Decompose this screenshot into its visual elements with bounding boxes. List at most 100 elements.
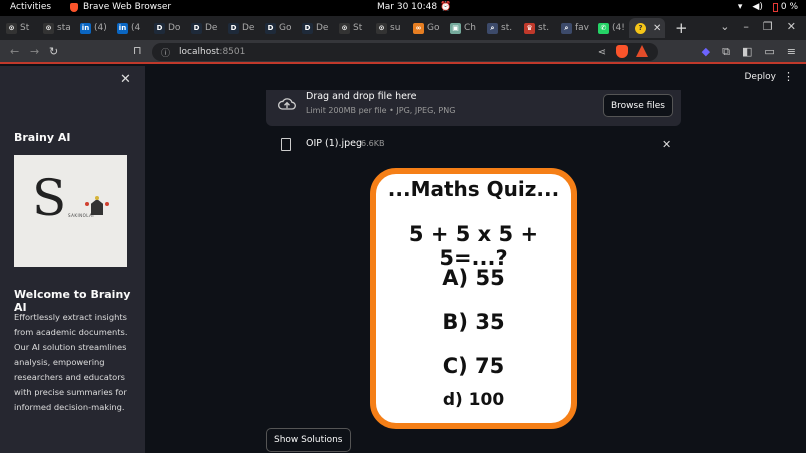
browser-tab[interactable]: ∞ Go <box>407 18 444 38</box>
browser-tab[interactable]: D De <box>296 18 333 38</box>
quiz-title: ...Maths Quiz... <box>387 177 560 201</box>
logo-image: S SAKINOLAI <box>14 155 127 267</box>
tab-label: st. <box>501 23 513 33</box>
brave-rewards-icon[interactable] <box>636 45 648 57</box>
browser-tab[interactable]: ⊙ sta <box>37 18 74 38</box>
browser-tab[interactable]: D Go <box>259 18 296 38</box>
tab-label: fav <box>575 23 590 33</box>
tab-favicon-icon: D <box>191 22 202 34</box>
tab-favicon-icon: D <box>154 22 165 34</box>
tab-label: su <box>390 23 401 33</box>
browser-tab[interactable]: ⊙ su <box>370 18 407 38</box>
forward-icon[interactable]: → <box>30 45 39 58</box>
brave-icon <box>70 2 78 12</box>
tab-favicon-icon: in <box>80 22 91 34</box>
menu-icon[interactable]: ≡ <box>787 45 796 59</box>
tab-label: (4! <box>612 23 625 33</box>
restore-icon[interactable]: ❐ <box>763 20 773 33</box>
tab-favicon-icon: ⊙ <box>6 22 17 34</box>
quiz-option-c: C) 75 <box>442 354 505 378</box>
browser-tab[interactable]: ⌕ fav <box>555 18 592 38</box>
main-content: Deploy ⋮ Drag and drop file here Limit 2… <box>145 66 806 453</box>
wallet-icon[interactable]: ▭ <box>764 45 774 59</box>
tab-label: Go <box>279 23 292 33</box>
tab-favicon-icon: in <box>117 22 128 34</box>
logo-dot <box>105 202 109 206</box>
browser-tab[interactable]: ♛ st. <box>518 18 555 38</box>
tab-label: Go <box>427 23 440 33</box>
tab-label: St <box>353 23 363 33</box>
site-info-icon[interactable]: ⓘ <box>161 46 170 59</box>
reload-icon[interactable]: ↻ <box>49 45 58 58</box>
file-icon <box>281 138 291 151</box>
back-icon[interactable]: ← <box>10 45 19 58</box>
uploaded-file-name: OIP (1).jpeg <box>306 138 363 149</box>
browser-tab[interactable]: ▣ Ch <box>444 18 481 38</box>
quiz-option-a: A) 55 <box>442 266 505 290</box>
new-tab-button[interactable]: + <box>675 19 688 37</box>
tab-favicon-icon: ⌕ <box>561 22 572 34</box>
url-port: :8501 <box>219 47 246 57</box>
share-icon[interactable]: ⋖ <box>598 47 606 58</box>
tab-favicon-icon: D <box>302 22 313 34</box>
browser-tab[interactable]: D Do <box>148 18 185 38</box>
vpn-icon[interactable]: ◆ <box>702 45 710 59</box>
close-sidebar-icon[interactable]: ✕ <box>120 72 131 87</box>
minimize-icon[interactable]: – <box>743 20 749 33</box>
sidebar-brand-title: Brainy AI <box>14 131 71 144</box>
quiz-option-b: B) 35 <box>442 310 505 334</box>
browse-files-button[interactable]: Browse files <box>602 94 673 117</box>
os-top-bar: Activities Brave Web Browser Mar 30 10:4… <box>0 0 806 16</box>
system-tray[interactable]: ▾ ◀) 0 % <box>738 2 798 12</box>
dropzone-instruction: Drag and drop file here <box>306 91 417 102</box>
tab-label: St <box>20 23 30 33</box>
main-menu-icon[interactable]: ⋮ <box>783 70 794 83</box>
activities-button[interactable]: Activities <box>10 2 51 12</box>
quiz-image: ...Maths Quiz... 5 + 5 x 5 + 5=...? A) 5… <box>370 168 577 429</box>
alarm-icon: ⏰ <box>440 2 452 12</box>
sidebar-description: Effortlessly extract insights from acade… <box>14 312 128 412</box>
quiz-option-d: d) 100 <box>442 390 505 410</box>
browser-tab[interactable]: ⊙ St <box>333 18 370 38</box>
app-name: Brave Web Browser <box>83 2 172 12</box>
sidebar: ✕ Brainy AI S SAKINOLAI Welcome to Brain… <box>0 66 145 453</box>
browser-tab[interactable]: ✆ (4! <box>592 18 629 38</box>
browser-tab[interactable]: ⌕ st. <box>481 18 518 38</box>
battery-percent: 0 % <box>780 2 798 12</box>
dropzone-limit: Limit 200MB per file • JPG, JPEG, PNG <box>306 106 456 115</box>
remove-file-icon[interactable]: ✕ <box>662 138 671 151</box>
tab-label: De <box>316 23 329 33</box>
logo-tower-mark <box>91 199 103 215</box>
extensions-icon[interactable]: ⧉ <box>722 45 730 59</box>
tab-label: Do <box>168 23 181 33</box>
browser-tab[interactable]: D De <box>185 18 222 38</box>
tab-label: Ch <box>464 23 476 33</box>
show-solutions-button[interactable]: Show Solutions <box>266 428 351 452</box>
logo-dot <box>85 202 89 206</box>
tab-favicon-icon: ✆ <box>598 22 609 34</box>
browser-tab[interactable]: ⊙ St <box>0 18 37 38</box>
close-tab-icon[interactable]: ✕ <box>653 23 661 34</box>
tab-favicon-icon: ∞ <box>413 22 424 34</box>
file-dropzone[interactable]: Drag and drop file here Limit 200MB per … <box>266 90 681 126</box>
browser-tab[interactable]: D De <box>222 18 259 38</box>
sidebar-toggle-icon[interactable]: ◧ <box>742 45 752 59</box>
active-tab[interactable]: ? ✕ <box>629 18 665 38</box>
browser-tab[interactable]: in (4) <box>74 18 111 38</box>
tab-strip: ⊙ St ⊙ sta in (4) in (4 D Do D De D De D Go D De ⊙ St ⊙ su ∞ Go… <box>0 16 806 40</box>
close-window-icon[interactable]: ✕ <box>787 20 796 33</box>
bookmark-icon[interactable]: ⊓ <box>133 44 142 57</box>
tab-label: De <box>242 23 255 33</box>
volume-icon: ◀) <box>752 2 763 12</box>
battery-indicator: 0 % <box>772 2 798 12</box>
clock[interactable]: Mar 30 10:48 <box>377 2 437 12</box>
brave-shields-icon[interactable] <box>616 45 628 58</box>
browser-tab[interactable]: in (4 <box>111 18 148 38</box>
deploy-button[interactable]: Deploy <box>744 72 776 82</box>
tab-search-icon[interactable]: ⌄ <box>720 20 729 33</box>
tab-label: (4 <box>131 23 141 33</box>
address-bar[interactable]: ⓘ localhost:8501 ⋖ <box>152 43 658 61</box>
tab-favicon-icon: ⊙ <box>43 22 54 34</box>
app-menu[interactable]: Brave Web Browser <box>70 2 171 12</box>
battery-icon <box>772 2 778 12</box>
